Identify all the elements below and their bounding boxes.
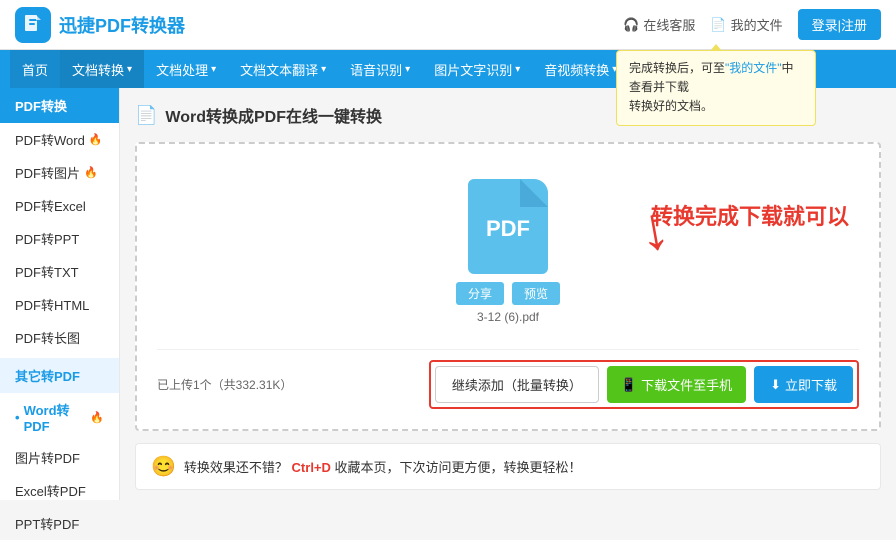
nav-item-home[interactable]: 首页 xyxy=(10,50,60,88)
logo-icon xyxy=(15,7,51,43)
download-to-phone-button[interactable]: 📱 下载文件至手机 xyxy=(607,366,746,403)
headset-icon: 🎧 xyxy=(623,17,639,33)
phone-icon: 📱 xyxy=(621,377,637,393)
sidebar-item-pdf-image[interactable]: PDF转图片 🔥 xyxy=(0,156,119,189)
pdf-file-icon: PDF xyxy=(468,179,548,274)
sidebar-item-pdf-word[interactable]: PDF转Word 🔥 xyxy=(0,123,119,156)
sidebar-item-pdf-html[interactable]: PDF转HTML xyxy=(0,288,119,321)
sidebar-item-excel-pdf[interactable]: Excel转PDF xyxy=(0,474,119,507)
download-icon: ⬇ xyxy=(770,377,781,393)
hot-badge-word: 🔥 xyxy=(89,133,103,146)
tip-text: 转换效果还不错？ Ctrl+D 收藏本页，下次访问更方便，转换更轻松！ xyxy=(184,457,582,476)
logo-area: 迅捷PDF转换器 xyxy=(15,7,185,43)
upload-bottom-bar: 已上传1个（共332.31K） 继续添加（批量转换） 📱 下载文件至手机 ⬇ 立… xyxy=(157,349,859,409)
file-actions: 分享 预览 xyxy=(456,282,560,305)
action-buttons-group: 继续添加（批量转换） 📱 下载文件至手机 ⬇ 立即下载 xyxy=(429,360,859,409)
hot-badge-wordpdf: 🔥 xyxy=(90,411,104,424)
page-title: Word转换成PDF在线一键转换 xyxy=(165,103,382,127)
sidebar-section-other: 其它转PDF xyxy=(0,358,119,393)
upload-area[interactable]: PDF 分享 预览 3-12 (6).pdf ↓ 转换完成下载就可以 已上传1个… xyxy=(135,142,881,431)
nav-doc-convert-label: 文档转换 xyxy=(72,60,124,79)
nav-ocr-label: 图片文字识别 xyxy=(434,60,512,79)
nav-speech-arrow: ▾ xyxy=(405,64,410,75)
immediate-download-button[interactable]: ⬇ 立即下载 xyxy=(754,366,853,403)
nav-item-ocr[interactable]: 图片文字识别 ▾ xyxy=(422,50,532,88)
sidebar-item-image-pdf[interactable]: 图片转PDF xyxy=(0,441,119,474)
nav-speech-label: 语音识别 xyxy=(350,60,402,79)
share-button[interactable]: 分享 xyxy=(456,282,504,305)
tip-before: 转换效果还不错？ xyxy=(184,460,288,475)
download-btn-label: 立即下载 xyxy=(785,375,837,394)
files-label: 我的文件 xyxy=(731,15,783,34)
tooltip-text1: 完成转换后，可至 xyxy=(629,61,725,75)
sidebar-item-pdf-txt[interactable]: PDF转TXT xyxy=(0,255,119,288)
smile-icon: 😊 xyxy=(151,454,176,479)
my-files-btn[interactable]: 📄 我的文件 xyxy=(710,15,782,34)
file-display: PDF 分享 预览 3-12 (6).pdf xyxy=(456,179,560,324)
sidebar-section-pdf: PDF转换 xyxy=(0,88,119,123)
nav-item-speech[interactable]: 语音识别 ▾ xyxy=(338,50,422,88)
nav-home-label: 首页 xyxy=(22,60,48,79)
file-icon: 📄 xyxy=(710,17,726,33)
header: 迅捷PDF转换器 🎧 在线客服 📄 我的文件 登录|注册 完成转换后，可至"我的… xyxy=(0,0,896,50)
sidebar-item-ppt-pdf[interactable]: PPT转PDF xyxy=(0,507,119,540)
nav-item-doc-process[interactable]: 文档处理 ▾ xyxy=(144,50,228,88)
nav-doc-translate-label: 文档文本翻译 xyxy=(240,60,318,79)
login-button[interactable]: 登录|注册 xyxy=(798,9,881,40)
upload-info: 已上传1个（共332.31K） xyxy=(157,376,292,393)
file-name: 3-12 (6).pdf xyxy=(477,310,539,324)
hot-badge-image: 🔥 xyxy=(84,166,98,179)
nav-doc-process-arrow: ▾ xyxy=(211,64,216,75)
sidebar-item-pdf-longimg[interactable]: PDF转长图 xyxy=(0,321,119,354)
service-btn[interactable]: 🎧 在线客服 xyxy=(623,15,695,34)
nav-item-doc-translate[interactable]: 文档文本翻译 ▾ xyxy=(228,50,338,88)
continue-add-button[interactable]: 继续添加（批量转换） xyxy=(435,366,599,403)
pdf-label: PDF xyxy=(486,216,530,242)
nav-ocr-arrow: ▾ xyxy=(515,64,520,75)
tip-shortcut: Ctrl+D xyxy=(292,460,331,475)
sidebar-item-word-pdf[interactable]: Word转PDF 🔥 xyxy=(0,393,119,441)
phone-btn-label: 下载文件至手机 xyxy=(641,375,732,394)
sidebar: PDF转换 PDF转Word 🔥 PDF转图片 🔥 PDF转Excel PDF转… xyxy=(0,88,120,500)
tooltip-highlight: "我的文件" xyxy=(725,61,782,75)
sidebar-item-pdf-excel[interactable]: PDF转Excel xyxy=(0,189,119,222)
nav-media-label: 音视频转换 xyxy=(544,60,609,79)
main-layout: PDF转换 PDF转Word 🔥 PDF转图片 🔥 PDF转Excel PDF转… xyxy=(0,88,896,500)
header-right: 🎧 在线客服 📄 我的文件 登录|注册 xyxy=(623,9,881,40)
convert-done-text: 转换完成下载就可以 xyxy=(651,199,849,231)
nav-item-media[interactable]: 音视频转换 ▾ xyxy=(532,50,629,88)
nav-item-doc-convert[interactable]: 文档转换 ▾ xyxy=(60,50,144,88)
nav-doc-translate-arrow: ▾ xyxy=(321,64,326,75)
logo-text: 迅捷PDF转换器 xyxy=(59,12,185,38)
sidebar-item-pdf-ppt[interactable]: PDF转PPT xyxy=(0,222,119,255)
tooltip-box: 完成转换后，可至"我的文件"中查看并下载 转换好的文档。 xyxy=(616,50,816,126)
preview-button[interactable]: 预览 xyxy=(512,282,560,305)
page-title-icon: 📄 xyxy=(135,105,157,126)
nav-doc-process-label: 文档处理 xyxy=(156,60,208,79)
tip-bar: 😊 转换效果还不错？ Ctrl+D 收藏本页，下次访问更方便，转换更轻松！ xyxy=(135,443,881,490)
service-label: 在线客服 xyxy=(643,15,695,34)
tooltip-text3: 转换好的文档。 xyxy=(629,99,713,113)
nav-doc-convert-arrow: ▾ xyxy=(127,64,132,75)
tip-after: 收藏本页，下次访问更方便，转换更轻松！ xyxy=(335,460,582,475)
content-area: 📄 Word转换成PDF在线一键转换 PDF 分享 预览 3-12 (6).pd… xyxy=(120,88,896,500)
